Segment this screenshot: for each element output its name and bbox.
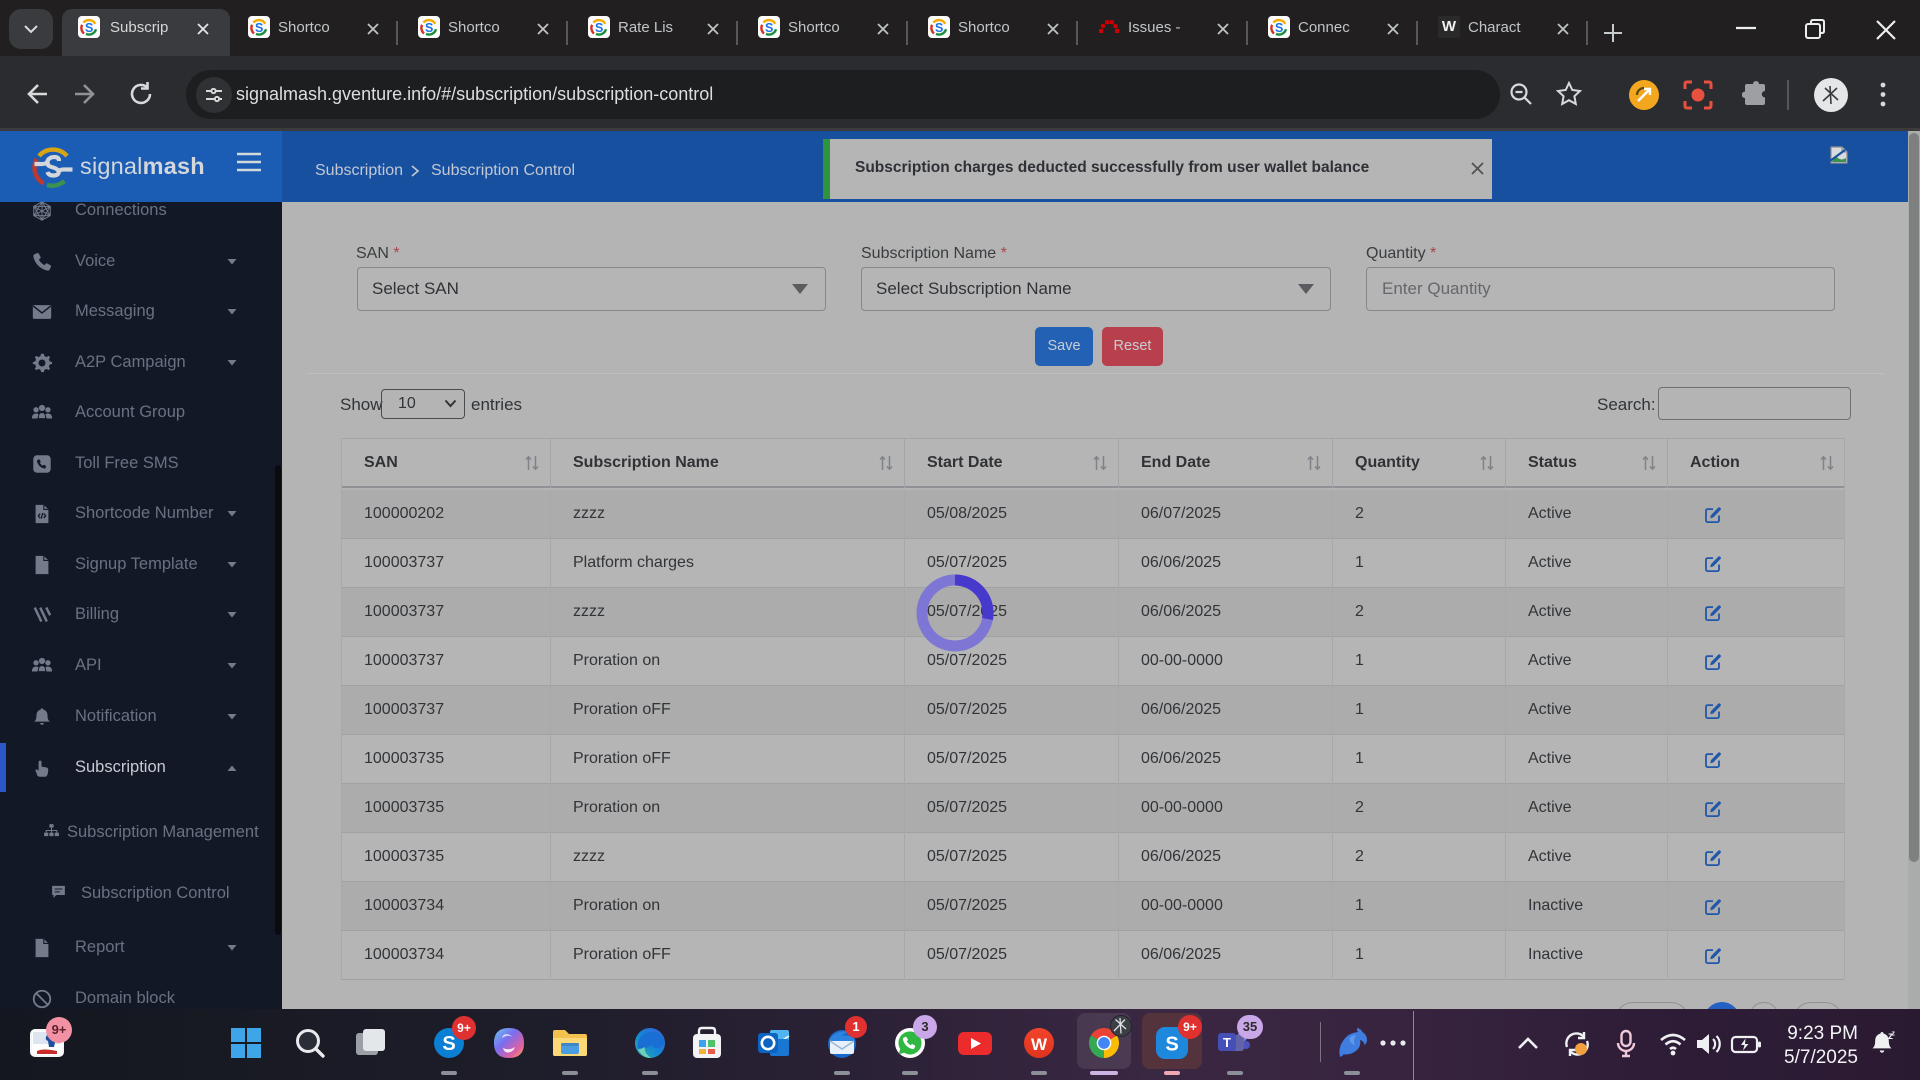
svg-text:S: S	[935, 21, 943, 35]
svg-text:S: S	[85, 21, 93, 35]
svg-text:S: S	[1165, 1034, 1178, 1056]
svg-text:z: z	[1892, 1031, 1896, 1038]
svg-text:S: S	[595, 21, 603, 35]
svg-text:S: S	[255, 21, 263, 35]
svg-text:S: S	[1275, 21, 1283, 35]
svg-text:S: S	[425, 21, 433, 35]
svg-text:S: S	[765, 21, 773, 35]
svg-text:W: W	[1031, 1035, 1048, 1054]
svg-text:T: T	[1223, 1035, 1231, 1050]
